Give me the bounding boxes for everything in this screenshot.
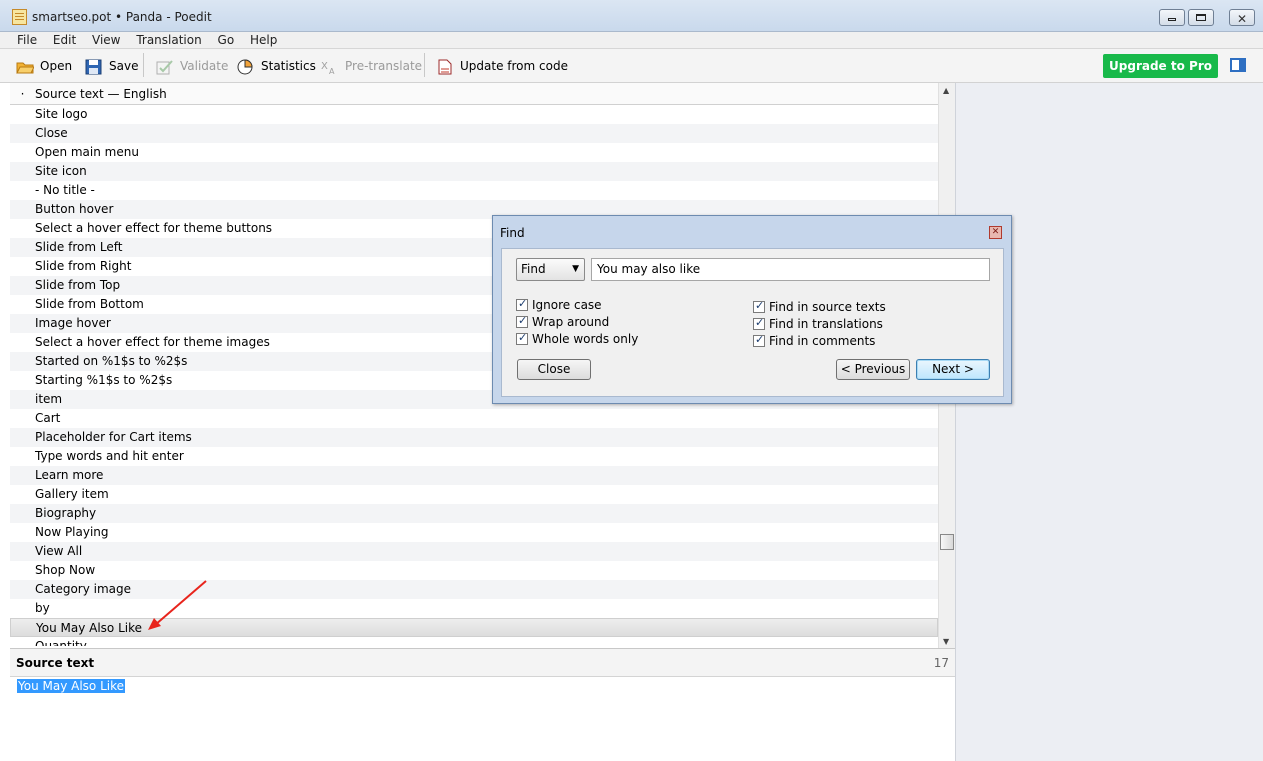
list-header-marker: · [20,87,25,101]
menu-edit[interactable]: Edit [53,32,76,48]
menu-go[interactable]: Go [218,32,235,48]
list-item[interactable]: Biography [10,504,938,523]
find-mode-select[interactable]: Find ▼ [516,258,585,281]
folder-open-icon [16,62,34,73]
save-button[interactable]: Save [85,57,138,75]
minimize-button[interactable] [1159,9,1185,26]
find-previous-button[interactable]: < Previous [836,359,910,380]
wrap-around-checkbox[interactable]: Wrap around [516,314,610,329]
menu-bar: File Edit View Translation Go Help [0,32,1263,49]
list-item[interactable]: Placeholder for Cart items [10,428,938,447]
minimize-icon [1168,18,1176,21]
scroll-thumb[interactable] [940,534,954,550]
maximize-icon [1196,14,1206,21]
find-dialog-title: Find [500,226,525,240]
find-in-translations-checkbox[interactable]: Find in translations [753,316,883,331]
find-mode-value: Find [521,262,546,276]
sidebar-panel [955,83,1263,761]
list-item[interactable]: Close [10,124,938,143]
list-item[interactable]: Site logo [10,105,938,124]
save-label: Save [109,59,139,73]
character-count: 17 [933,656,949,670]
pie-chart-icon [237,58,253,74]
validate-check-icon [156,59,173,74]
find-close-button[interactable]: Close [517,359,591,380]
close-icon: ✕ [1237,12,1248,26]
poedit-app-icon [12,9,27,25]
list-item[interactable]: Learn more [10,466,938,485]
update-from-code-button[interactable]: Update from code [436,57,568,75]
chevron-down-icon: ▼ [572,264,579,274]
maximize-button[interactable] [1188,9,1214,26]
find-in-translations-label: Find in translations [769,317,883,331]
find-in-source-checkbox[interactable]: Find in source texts [753,299,886,314]
annotation-arrow-icon [148,580,207,630]
checkbox-checked-icon [753,316,765,330]
scroll-down-arrow-icon[interactable]: ▼ [943,637,949,646]
title-bar: smartseo.pot • Panda - Poedit ✕ [0,0,1263,32]
menu-translation[interactable]: Translation [136,32,201,48]
list-item[interactable]: Site icon [10,162,938,181]
source-text-content[interactable]: You May Also Like [17,679,125,693]
toolbar: Open Save Validate Statistics X A Pre-tran… [0,49,1263,83]
find-in-comments-checkbox[interactable]: Find in comments [753,333,876,348]
list-item[interactable]: View All [10,542,938,561]
translate-icon: XA [321,61,335,75]
close-window-button[interactable]: ✕ [1229,9,1255,26]
wrap-around-label: Wrap around [532,315,610,329]
list-item[interactable]: - No title - [10,181,938,200]
find-input[interactable]: You may also like [591,258,990,281]
menu-help[interactable]: Help [250,32,277,48]
menu-view[interactable]: View [92,32,120,48]
statistics-button[interactable]: Statistics [237,57,316,75]
window-title: smartseo.pot • Panda - Poedit [32,10,212,24]
pretranslate-button[interactable]: X A Pre-translate [321,57,422,75]
svg-text:X: X [321,61,328,72]
whole-words-label: Whole words only [532,332,639,346]
list-item[interactable]: Now Playing [10,523,938,542]
ignore-case-checkbox[interactable]: Ignore case [516,297,602,312]
validate-label: Validate [180,59,229,73]
statistics-label: Statistics [261,59,316,73]
find-next-button[interactable]: Next > [916,359,990,380]
sidebar-toggle-icon[interactable] [1230,58,1246,72]
find-in-source-label: Find in source texts [769,300,886,314]
whole-words-checkbox[interactable]: Whole words only [516,331,639,346]
list-item[interactable]: Cart [10,409,938,428]
checkbox-checked-icon [753,333,765,347]
scroll-up-arrow-icon[interactable]: ▲ [943,86,949,95]
checkbox-checked-icon [516,314,528,328]
ignore-case-label: Ignore case [532,298,602,312]
open-button[interactable]: Open [16,57,72,75]
checkbox-checked-icon [516,331,528,345]
find-dialog-body: Find ▼ You may also like Ignore case Wra… [501,248,1004,397]
list-item[interactable]: Gallery item [10,485,938,504]
list-item[interactable]: Open main menu [10,143,938,162]
close-icon[interactable]: ✕ [989,226,1002,239]
toolbar-separator [143,53,144,77]
pretranslate-label: Pre-translate [345,59,423,73]
list-header: · Source text — English [10,83,938,105]
source-text-label: Source text [16,656,95,670]
source-text-pane: Source text 17 You May Also Like [10,648,955,761]
open-label: Open [40,59,73,73]
document-refresh-icon [438,59,452,74]
checkbox-checked-icon [753,299,765,313]
upgrade-to-pro-button[interactable]: Upgrade to Pro [1103,54,1218,78]
toolbar-separator [424,53,425,77]
svg-text:A: A [329,67,335,75]
validate-button[interactable]: Validate [156,57,228,75]
menu-file[interactable]: File [17,32,37,48]
floppy-disk-icon [85,59,102,74]
list-item[interactable]: Type words and hit enter [10,447,938,466]
find-dialog: Find ✕ Find ▼ You may also like Ignore c… [492,215,1012,404]
checkbox-checked-icon [516,297,528,311]
find-in-comments-label: Find in comments [769,334,876,348]
list-item[interactable]: Quantity [10,637,938,646]
update-label: Update from code [460,59,568,73]
source-text-column-header[interactable]: Source text — English [35,87,167,101]
source-text-header: Source text 17 [10,649,955,677]
